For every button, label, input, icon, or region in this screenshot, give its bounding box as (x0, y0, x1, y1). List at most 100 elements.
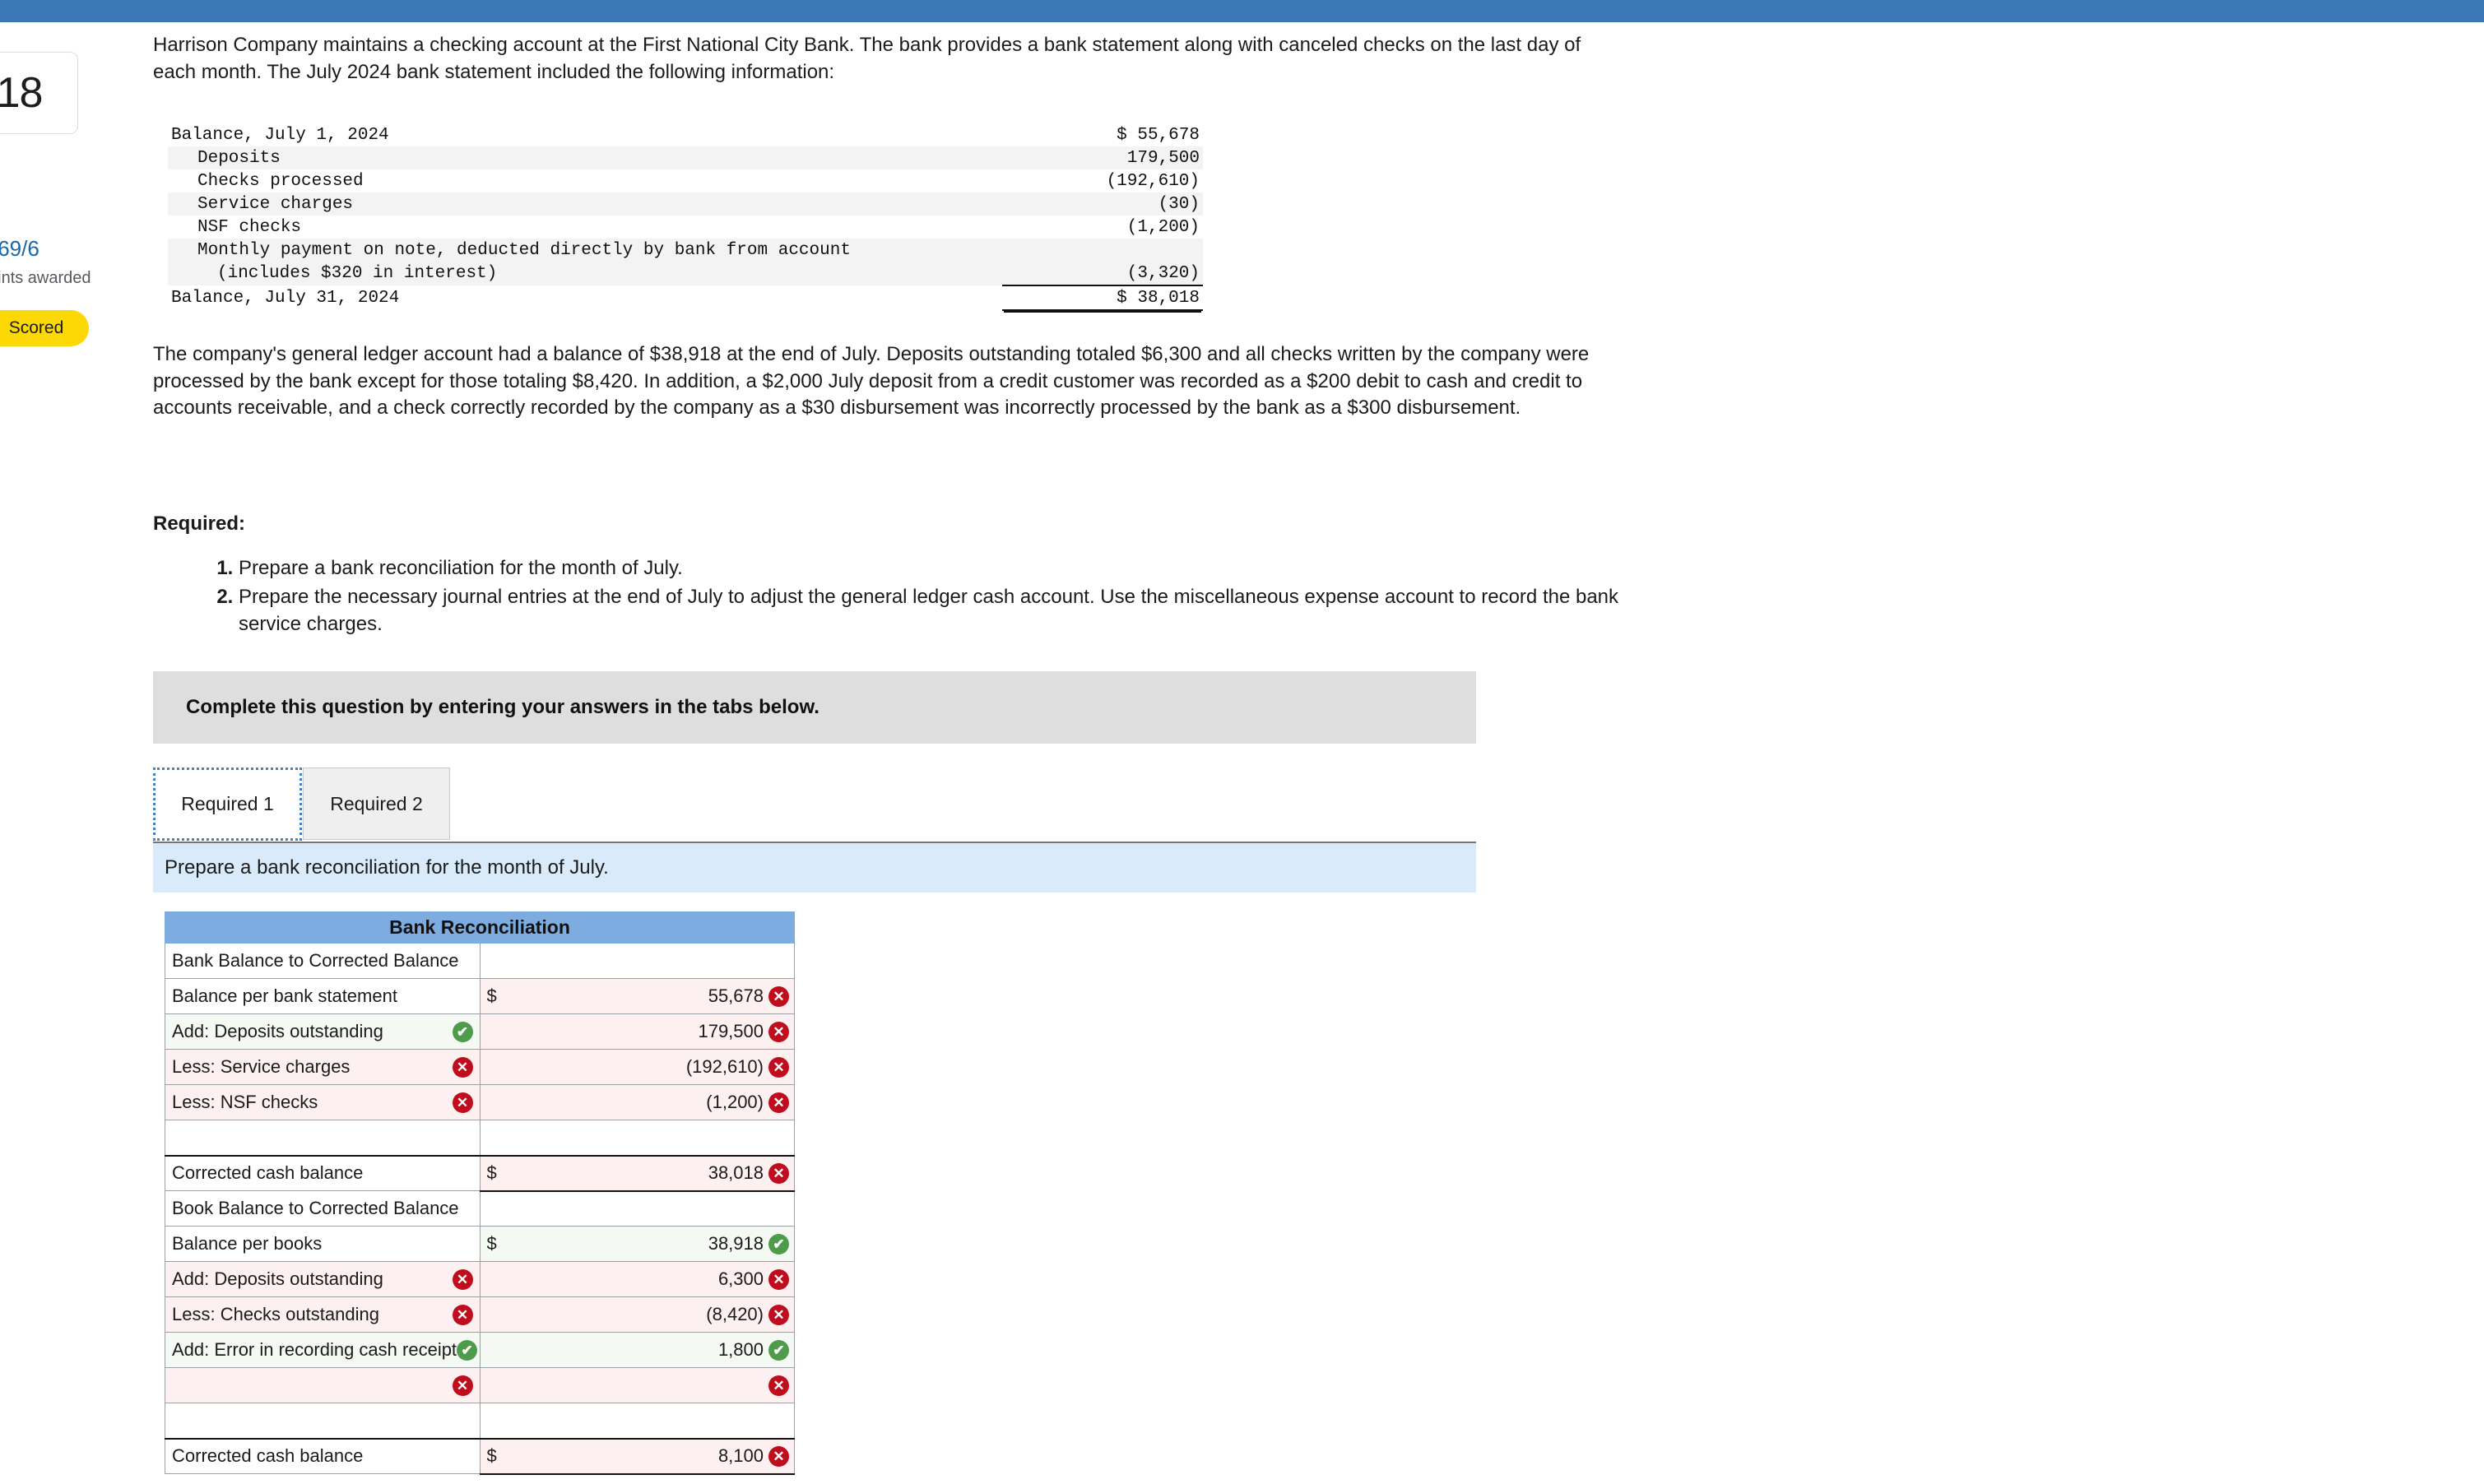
recon-label-inner: Book Balance to Corrected Balance (172, 1191, 473, 1226)
table-row: Less: NSF checks ✕ (1,200) ✕ (165, 1084, 795, 1120)
required-heading: Required: (153, 512, 246, 535)
recon-label-text: Book Balance to Corrected Balance (172, 1198, 459, 1218)
recon-label-inner: Corrected cash balance (172, 1440, 473, 1474)
required-list: Prepare a bank reconciliation for the mo… (204, 555, 1654, 640)
table-row: Corrected cash balance $38,018 ✕ (165, 1154, 795, 1192)
recon-label-inner (172, 1403, 473, 1438)
incorrect-icon: ✕ (768, 1445, 789, 1467)
recon-label-cell[interactable]: Book Balance to Corrected Balance (165, 1190, 481, 1227)
recon-head: Bank Reconciliation (165, 911, 795, 944)
recon-label-text: Add: Deposits outstanding (172, 1268, 383, 1289)
recon-label-inner: Add: Error in recording cash receipt ✔ (172, 1333, 478, 1367)
table-row: Less: Checks outstanding ✕ (8,420) ✕ (165, 1296, 795, 1333)
incorrect-icon: ✕ (768, 1375, 789, 1396)
recon-label-cell[interactable]: Balance per bank statement (165, 978, 481, 1014)
table-row (165, 1120, 795, 1156)
recon-label-cell[interactable]: ✕ (165, 1367, 481, 1403)
recon-value-cell[interactable] (479, 1403, 795, 1439)
recon-value-cell[interactable] (479, 1120, 795, 1156)
detail-paragraph: The company's general ledger account had… (153, 343, 1590, 420)
score-value: .69/6 (0, 236, 39, 261)
recon-label-inner: Balance per books (172, 1227, 473, 1261)
bank-statement-row: Balance, July 31, 2024 $ 38,018 (168, 285, 1203, 311)
recon-label-text: Balance per bank statement (172, 985, 397, 1006)
recon-value-text: 38,918 (708, 1233, 764, 1254)
recon-value-inner: (1,200) ✕ (481, 1085, 795, 1120)
bank-statement-table: Balance, July 1, 2024 $ 55,678 Deposits 179… (168, 123, 1203, 311)
table-row: Add: Deposits outstanding ✕ 6,300 ✕ (165, 1261, 795, 1297)
bank-statement-label: Balance, July 1, 2024 (171, 125, 389, 145)
bank-statement-amount: (192,610) (1106, 171, 1200, 191)
recon-value-cell[interactable]: 1,800 ✔ (479, 1332, 795, 1368)
incorrect-icon: ✕ (452, 1304, 473, 1325)
bank-statement-amount (1002, 239, 1203, 262)
tab-required-1[interactable]: Required 1 (153, 768, 302, 841)
recon-value-cell[interactable]: 6,300 ✕ (479, 1261, 795, 1297)
recon-value-cell[interactable]: 179,500 ✕ (479, 1013, 795, 1050)
table-row: Book Balance to Corrected Balance (165, 1190, 795, 1227)
recon-value-inner (481, 944, 795, 978)
recon-label-cell[interactable] (165, 1120, 481, 1156)
answer-tabs: Required 1 Required 2 (153, 768, 1476, 843)
bank-statement-body: Balance, July 1, 2024 $ 55,678 Deposits 179… (168, 123, 1203, 311)
bank-statement-label: Balance, July 31, 2024 (171, 288, 400, 308)
required-item: Prepare the necessary journal entries at… (239, 584, 1654, 638)
recon-value-inner: ✕ (481, 1368, 795, 1403)
tab-required-1-label: Required 1 (181, 793, 274, 814)
correct-icon: ✔ (452, 1021, 473, 1042)
recon-label-cell[interactable] (165, 1403, 481, 1439)
recon-label-cell[interactable]: Less: Checks outstanding ✕ (165, 1296, 481, 1333)
recon-value-cell[interactable] (479, 943, 795, 979)
table-row: Bank Balance to Corrected Balance (165, 943, 795, 979)
question-number-card: 18 (0, 52, 78, 134)
table-row: Balance per books $38,918 ✔ (165, 1226, 795, 1262)
recon-label-inner: Add: Deposits outstanding ✕ (172, 1262, 473, 1296)
recon-label-inner: ✕ (172, 1368, 473, 1403)
recon-label-cell[interactable]: Add: Deposits outstanding ✕ (165, 1261, 481, 1297)
recon-value-cell[interactable]: (8,420) ✕ (479, 1296, 795, 1333)
incorrect-icon: ✕ (768, 1021, 789, 1042)
recon-label-cell[interactable]: Balance per books (165, 1226, 481, 1262)
bank-statement-label: (includes $320 in interest) (168, 262, 1002, 285)
recon-value-cell[interactable]: $8,100 ✕ (479, 1437, 795, 1475)
recon-label-cell[interactable]: Bank Balance to Corrected Balance (165, 943, 481, 979)
recon-value-inner: $55,678 ✕ (481, 979, 795, 1013)
bank-statement-label: Service charges (168, 192, 1002, 216)
recon-label-text: Less: NSF checks (172, 1092, 318, 1112)
table-row: Add: Deposits outstanding ✔ 179,500 ✕ (165, 1013, 795, 1050)
incorrect-icon: ✕ (452, 1056, 473, 1078)
recon-label-cell[interactable]: Less: NSF checks ✕ (165, 1084, 481, 1120)
correct-icon: ✔ (768, 1339, 789, 1361)
recon-value-cell[interactable]: $38,918 ✔ (479, 1226, 795, 1262)
bank-statement-amount: $ 55,678 (1117, 125, 1200, 145)
tab-required-2[interactable]: Required 2 (303, 768, 450, 840)
recon-value-cell[interactable]: (192,610) ✕ (479, 1049, 795, 1085)
currency-symbol: $ (486, 1162, 497, 1183)
recon-label-cell[interactable]: Less: Service charges ✕ (165, 1049, 481, 1085)
recon-value-inner: 179,500 ✕ (481, 1014, 795, 1049)
recon-label-cell[interactable]: Add: Deposits outstanding ✔ (165, 1013, 481, 1050)
recon-label-cell[interactable]: Add: Error in recording cash receipt ✔ (165, 1332, 481, 1368)
recon-value-inner (481, 1120, 795, 1155)
recon-label-inner: Balance per bank statement (172, 979, 473, 1013)
recon-label-text: Add: Deposits outstanding (172, 1021, 383, 1041)
recon-label-cell[interactable]: Corrected cash balance (165, 1437, 481, 1474)
recon-value-text: (1,200) (706, 1092, 764, 1112)
bank-statement-amount: 179,500 (1002, 146, 1203, 169)
incorrect-icon: ✕ (768, 1162, 789, 1184)
recon-value-cell[interactable]: $38,018 ✕ (479, 1154, 795, 1192)
recon-value-inner: (192,610) ✕ (481, 1050, 795, 1084)
recon-value-inner: $8,100 ✕ (481, 1440, 795, 1473)
complete-question-text: Complete this question by entering your … (186, 696, 819, 718)
recon-value-text: 8,100 (717, 1445, 764, 1466)
tab-required-2-label: Required 2 (330, 792, 423, 814)
recon-value-inner: 1,800 ✔ (481, 1333, 795, 1367)
recon-value-cell[interactable]: ✕ (479, 1367, 795, 1403)
table-row: Less: Service charges ✕ (192,610) ✕ (165, 1049, 795, 1085)
recon-label-inner: Corrected cash balance (172, 1157, 473, 1191)
incorrect-icon: ✕ (768, 1268, 789, 1290)
recon-value-cell[interactable]: $55,678 ✕ (479, 978, 795, 1014)
recon-value-cell[interactable] (479, 1190, 795, 1227)
recon-value-cell[interactable]: (1,200) ✕ (479, 1084, 795, 1120)
recon-label-cell[interactable]: Corrected cash balance (165, 1154, 481, 1191)
